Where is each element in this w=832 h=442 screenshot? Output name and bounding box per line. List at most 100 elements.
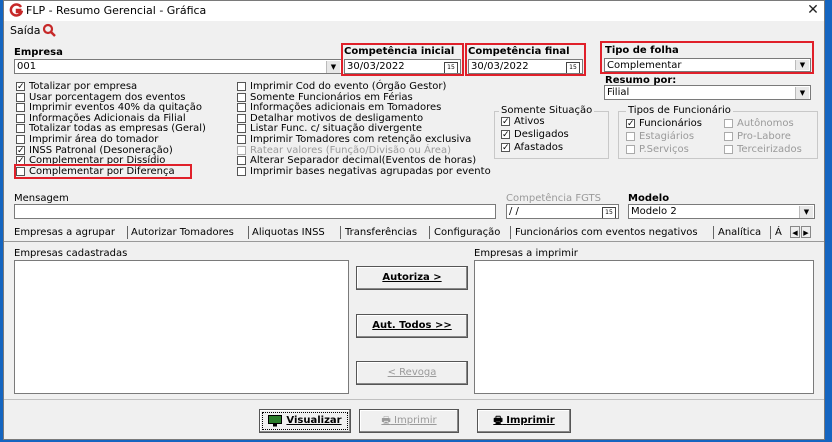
chevron-down-icon[interactable]: ▼ — [795, 87, 809, 99]
menu-bar: Saída — [4, 21, 824, 39]
menu-item-saida[interactable]: Saída — [10, 24, 41, 37]
competencia-final-value: 30/03/2022 — [471, 61, 529, 72]
calendar-icon[interactable]: 15 — [602, 207, 616, 218]
tipo-folha-label: Tipo de folha — [605, 45, 679, 56]
tab-funcionarios-eventos-negativos[interactable]: Funcionários com eventos negativos — [515, 227, 698, 238]
competencia-final-input[interactable]: 30/03/2022 15 — [468, 59, 583, 74]
imprimir-disabled-button[interactable]: 🖶 Imprimir — [359, 409, 459, 433]
tab-divider — [713, 226, 714, 239]
empresa-value: 001 — [17, 61, 37, 72]
search-icon[interactable] — [42, 23, 56, 37]
option-mid-7-checkbox[interactable] — [237, 156, 246, 166]
tipo-func-1-label: Autônomos — [737, 118, 794, 129]
option-mid-2-checkbox[interactable] — [237, 103, 246, 113]
option-mid-5-checkbox[interactable] — [237, 135, 246, 144]
tab-more[interactable]: Á — [775, 227, 782, 238]
tab-analitica[interactable]: Analítica — [718, 227, 761, 238]
option-mid-2-label: Informações adicionais em Tomadores — [250, 102, 442, 114]
chevron-down-icon[interactable]: ▼ — [795, 60, 809, 70]
close-icon[interactable]: ✕ — [804, 1, 822, 19]
visualizar-button[interactable]: Visualizar — [259, 409, 351, 433]
empresas-imprimir-list[interactable] — [474, 260, 814, 394]
option-mid-0-checkbox[interactable] — [237, 82, 246, 91]
mensagem-input[interactable] — [14, 204, 496, 219]
option-left-5-label: Imprimir área do tomador — [29, 134, 159, 145]
empresa-select[interactable]: 001 ▼ — [14, 59, 342, 74]
option-left-3-label: Informações Adicionais da Filial — [29, 112, 186, 124]
option-left-1-checkbox[interactable] — [16, 92, 25, 102]
imprimir-button[interactable]: 🖶 Imprimir — [477, 409, 571, 433]
tipo-func-0-label: Funcionários — [639, 118, 702, 129]
competencia-inicial-value: 30/03/2022 — [347, 61, 405, 72]
option-mid-7-label: Alterar Separador decimal(Eventos de hor… — [250, 155, 477, 167]
printer-icon: 🖶 — [493, 415, 503, 426]
tab-divider — [248, 226, 249, 239]
tipo-func-5-label: Terceirizados — [737, 144, 802, 155]
option-mid-5-label: Imprimir Tomadores com retenção exclusiv… — [250, 134, 472, 145]
option-mid-6-label: Ratear valores (Função/Divisão ou Área) — [250, 144, 451, 156]
chevron-down-icon[interactable]: ▼ — [799, 206, 813, 218]
tipo-func-5-checkbox[interactable] — [724, 145, 733, 154]
empresas-cadastradas-label: Empresas cadastradas — [14, 248, 128, 259]
chevron-down-icon[interactable]: ▼ — [326, 61, 340, 73]
dissidio-highlight — [14, 164, 192, 179]
aut-todos-button[interactable]: Aut. Todos >> — [356, 314, 468, 338]
tab-divider — [127, 226, 128, 239]
tipo-folha-select[interactable]: Complementar ▼ — [604, 58, 811, 72]
option-mid-4-checkbox[interactable] — [237, 124, 246, 134]
tab-empresas-agrupar[interactable]: Empresas a agrupar — [14, 227, 115, 238]
option-left-6-checkbox[interactable]: ✓ — [16, 145, 25, 155]
tab-bar: Empresas a agrupar Autorizar Tomadores A… — [4, 223, 824, 242]
tipo-func-2-checkbox[interactable] — [626, 132, 635, 141]
tab-aliquotas-inss[interactable]: Aliquotas INSS — [252, 227, 325, 238]
competencia-fgts-input[interactable]: / / 15 — [506, 204, 619, 219]
option-left-6-label: INSS Patronal (Desoneração) — [29, 144, 173, 156]
option-left-0-checkbox[interactable]: ✓ — [16, 82, 25, 92]
situacao-0-label: Ativos — [514, 116, 545, 127]
imprimir-label: Imprimir — [506, 415, 555, 426]
situacao-2-label: Afastados — [514, 142, 564, 153]
tipo-func-4-label: P.Serviços — [639, 144, 689, 155]
calendar-icon[interactable]: 15 — [444, 62, 458, 73]
autoriza-button[interactable]: Autoriza > — [356, 266, 468, 290]
tipo-func-3-checkbox[interactable] — [724, 132, 733, 141]
competencia-inicial-input[interactable]: 30/03/2022 15 — [344, 59, 461, 74]
tipo-func-4-checkbox[interactable] — [626, 145, 635, 154]
option-mid-0-label: Imprimir Cod do evento (Órgão Gestor) — [250, 81, 447, 92]
option-left-2-checkbox[interactable] — [16, 103, 25, 113]
situacao-0-checkbox[interactable]: ✓ — [501, 117, 510, 127]
option-mid-8-checkbox[interactable] — [237, 166, 246, 176]
tab-scroll-left-icon[interactable]: ◀ — [790, 226, 800, 238]
option-mid-3-checkbox[interactable] — [237, 113, 246, 123]
tipo-func-1-checkbox[interactable] — [724, 119, 733, 128]
option-left-3-checkbox[interactable] — [16, 113, 25, 123]
situacao-1-checkbox[interactable]: ✓ — [501, 130, 510, 140]
option-mid-1-checkbox[interactable] — [237, 92, 246, 102]
tab-transferencias[interactable]: Transferências — [345, 227, 417, 238]
resumo-por-value: Filial — [607, 87, 630, 98]
option-left-2-label: Imprimir eventos 40% da quitação — [29, 102, 203, 114]
modelo-select[interactable]: Modelo 2 ▼ — [628, 204, 815, 219]
option-left-4-label: Totalizar todas as empresas (Geral) — [29, 123, 206, 135]
empresas-cadastradas-list[interactable] — [14, 260, 349, 394]
option-mid-1-label: Somente Funcionários em Férias — [250, 91, 413, 103]
empresas-imprimir-label: Empresas a imprimir — [474, 248, 578, 259]
revoga-button[interactable]: < Revoga — [356, 361, 468, 385]
option-left-4-checkbox[interactable] — [16, 124, 25, 134]
bottom-toolbar: Visualizar 🖶 Imprimir 🖶 Imprimir — [4, 399, 824, 439]
resumo-por-select[interactable]: Filial ▼ — [604, 85, 811, 100]
competencia-fgts-value: / / — [509, 206, 519, 217]
tab-configuracao[interactable]: Configuração — [434, 227, 500, 238]
calendar-icon[interactable]: 15 — [566, 62, 580, 73]
modelo-label: Modelo — [628, 193, 670, 204]
tab-scroll-right-icon[interactable]: ▶ — [801, 226, 811, 238]
imprimir-disabled-label: Imprimir — [394, 415, 437, 426]
situacao-2-checkbox[interactable]: ✓ — [501, 143, 510, 153]
tipos-funcionario-title: Tipos de Funcionário — [626, 105, 733, 116]
tipo-func-2-label: Estagiários — [639, 131, 695, 142]
option-left-5-checkbox[interactable] — [16, 135, 25, 144]
option-left-1-label: Usar porcentagem dos eventos — [29, 91, 186, 103]
option-mid-6-checkbox[interactable] — [237, 145, 246, 155]
tipo-func-0-checkbox[interactable]: ✓ — [626, 119, 635, 129]
tab-autorizar-tomadores[interactable]: Autorizar Tomadores — [131, 227, 234, 238]
